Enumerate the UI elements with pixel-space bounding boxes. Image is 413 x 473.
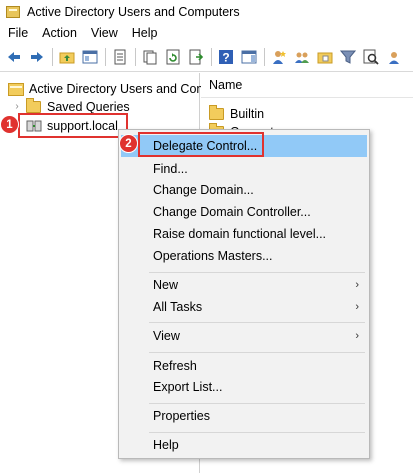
menu-help[interactable]: Help [125, 26, 165, 40]
menu-item-operations-masters[interactable]: Operations Masters... [121, 245, 367, 267]
more-icon[interactable] [384, 47, 404, 67]
step-badge-2: 2 [119, 134, 138, 153]
aduc-root-icon [8, 82, 24, 96]
list-item[interactable]: Builtin [209, 105, 264, 123]
help-icon[interactable]: ? [216, 47, 236, 67]
column-header-name[interactable]: Name [201, 73, 413, 98]
menu-file[interactable]: File [0, 26, 35, 40]
aduc-app-icon [6, 5, 20, 18]
users-icon[interactable] [269, 47, 289, 67]
svg-text:?: ? [222, 50, 229, 64]
menu-item-refresh[interactable]: Refresh [121, 355, 367, 377]
group-icon[interactable] [292, 47, 312, 67]
submenu-arrow-icon: › [355, 279, 359, 291]
find-icon[interactable] [361, 47, 381, 67]
highlight-box-delegate-control [138, 132, 264, 157]
tree-item-label: Saved Queries [47, 99, 130, 114]
toolbar-separator [52, 47, 53, 66]
menu-action[interactable]: Action [35, 26, 84, 40]
back-arrow-icon[interactable] [4, 47, 24, 67]
filter-icon[interactable] [338, 47, 358, 67]
forward-arrow-icon[interactable] [27, 47, 47, 67]
tree-root[interactable]: Active Directory Users and Com [8, 79, 207, 98]
toolbar-separator [135, 47, 136, 66]
menu-item-new[interactable]: New › [121, 274, 367, 296]
submenu-arrow-icon: › [355, 301, 359, 313]
window-title: Active Directory Users and Computers [27, 4, 240, 19]
menu-item-find[interactable]: Find... [121, 158, 367, 180]
menu-item-raise-functional-level[interactable]: Raise domain functional level... [121, 223, 367, 245]
toolbar-separator [211, 47, 212, 66]
step-badge-1: 1 [0, 115, 19, 134]
refresh-icon[interactable] [163, 47, 183, 67]
show-console-tree-icon[interactable] [80, 47, 100, 67]
menu-item-properties[interactable]: Properties [121, 405, 367, 427]
list-item-label: Builtin [230, 107, 265, 121]
menu-separator [149, 322, 365, 323]
toolbar: ? [0, 42, 413, 72]
folder-icon [209, 105, 224, 120]
menu-bar: File Action View Help [0, 23, 413, 42]
menu-separator [149, 272, 365, 273]
ou-icon[interactable] [315, 47, 335, 67]
menu-separator [149, 432, 365, 433]
folder-icon [26, 97, 41, 113]
menu-item-label: All Tasks [153, 300, 203, 314]
menu-item-view[interactable]: View › [121, 325, 367, 347]
menu-view[interactable]: View [84, 26, 125, 40]
highlight-box-domain [18, 113, 128, 138]
menu-item-export-list[interactable]: Export List... [121, 376, 367, 398]
copy-icon[interactable] [140, 47, 160, 67]
menu-separator [149, 403, 365, 404]
menu-item-label: New [153, 278, 179, 292]
toolbar-separator [105, 47, 106, 66]
export-list-icon[interactable] [186, 47, 206, 67]
menu-item-help[interactable]: Help [121, 434, 367, 456]
tree-root-label: Active Directory Users and Com [29, 81, 207, 96]
show-action-pane-icon[interactable] [239, 47, 259, 67]
context-menu: Delegate Control... Find... Change Domai… [118, 129, 370, 459]
up-folder-icon[interactable] [57, 47, 77, 67]
chevron-right-icon[interactable]: › [12, 101, 22, 112]
properties-icon[interactable] [110, 47, 130, 67]
menu-item-change-domain[interactable]: Change Domain... [121, 179, 367, 201]
title-bar: Active Directory Users and Computers [0, 0, 413, 23]
submenu-arrow-icon: › [355, 330, 359, 342]
toolbar-separator [264, 47, 265, 66]
menu-item-change-domain-controller[interactable]: Change Domain Controller... [121, 201, 367, 223]
menu-item-label: View [153, 329, 180, 343]
menu-separator [149, 352, 365, 353]
menu-item-all-tasks[interactable]: All Tasks › [121, 296, 367, 318]
